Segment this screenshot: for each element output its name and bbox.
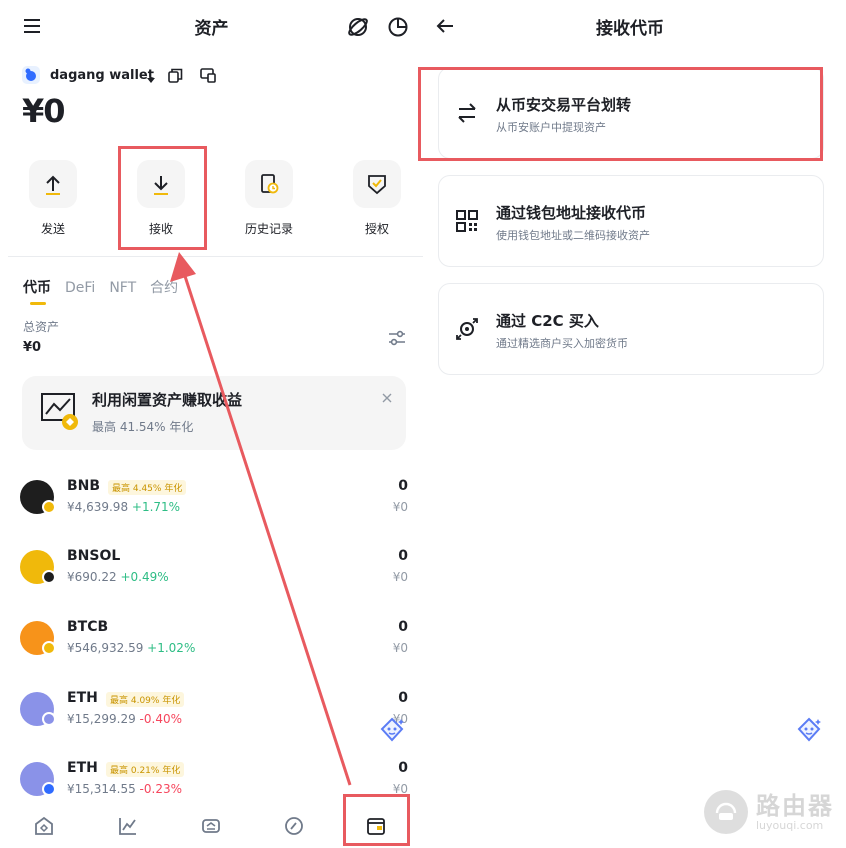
qr-code-icon [455,209,479,233]
page-title: 接收代币 [596,19,664,39]
watermark-name: 路由器 [756,791,834,820]
c2c-icon [455,317,479,341]
receive-token-screen: 接收代币 从币安交易平台划转 从币安账户中提现资产 通过钱包地址接收代币 使用钱… [418,0,846,848]
guide-arrow [170,252,352,786]
option-c2c-buy[interactable]: 通过 C2C 买入 通过精选商户买入加密货币 [438,283,824,375]
option-subtitle: 使用钱包地址或二维码接收资产 [496,229,650,242]
watermark: 路由器 luyouqi.com [704,790,834,834]
option-wallet-address[interactable]: 通过钱包地址接收代币 使用钱包地址或二维码接收资产 [438,175,824,267]
assets-screen: 资产 dagang wallet ¥0 发送 接收 历史记录 授权 代币 DeF… [0,0,423,848]
assistant-bot-icon-left[interactable] [378,716,406,748]
transfer-highlight-box [418,67,823,161]
assistant-bot-icon[interactable] [795,716,823,748]
watermark-logo [704,790,748,834]
option-subtitle: 通过精选商户买入加密货币 [496,337,628,350]
watermark-domain: luyouqi.com [756,818,824,832]
option-title: 通过 C2C 买入 [496,312,599,330]
option-title: 通过钱包地址接收代币 [496,204,647,222]
